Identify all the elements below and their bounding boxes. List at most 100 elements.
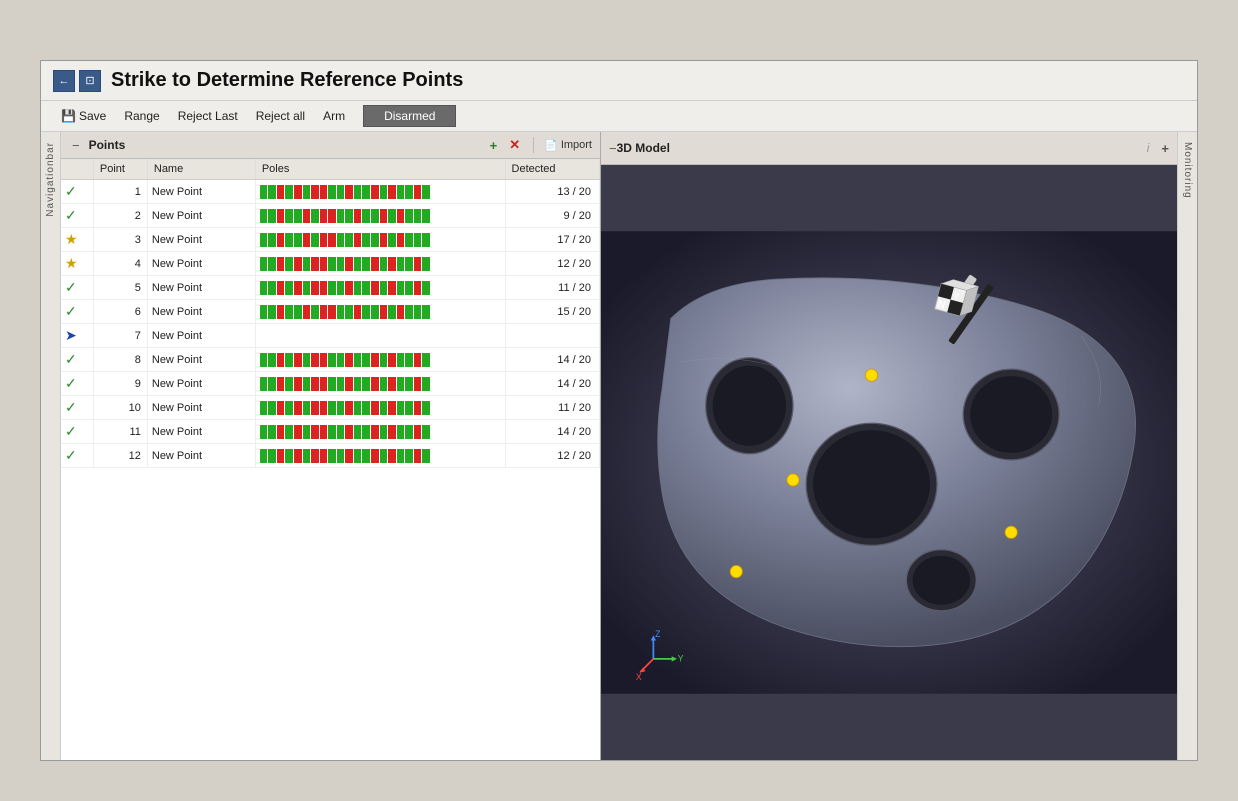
pole-segment [414, 353, 422, 367]
page-title: Strike to Determine Reference Points [111, 69, 463, 92]
pole-segment [260, 377, 268, 391]
info-icon[interactable]: i [1143, 137, 1154, 159]
export-button[interactable]: ⊡ [79, 70, 101, 92]
collapse-model-button[interactable]: − [609, 141, 617, 156]
status-cell: ✓ [61, 444, 93, 468]
toolbar: 💾 Save Range Reject Last Reject all Arm … [41, 101, 1197, 132]
pole-segment [345, 305, 353, 319]
pole-segment [320, 257, 328, 271]
table-row[interactable]: ✓ 5 New Point 11 / 20 [61, 276, 600, 300]
pole-segment [388, 209, 396, 223]
pole-segment [320, 305, 328, 319]
col-name: Name [147, 159, 255, 180]
pole-segment [328, 233, 336, 247]
title-bar: ← ⊡ Strike to Determine Reference Points [41, 61, 1197, 101]
save-button[interactable]: 💾 Save [53, 106, 114, 126]
status-button[interactable]: Disarmed [363, 105, 456, 127]
pole-segment [354, 305, 362, 319]
table-row[interactable]: ✓ 9 New Point 14 / 20 [61, 372, 600, 396]
title-bar-icons: ← ⊡ [53, 70, 101, 92]
pole-segment [405, 209, 413, 223]
pole-segment [285, 425, 293, 439]
back-button[interactable]: ← [53, 70, 75, 92]
point-name-cell: New Point [147, 228, 255, 252]
table-row[interactable]: ★ 3 New Point 17 / 20 [61, 228, 600, 252]
pole-segment [311, 257, 319, 271]
collapse-points-button[interactable]: − [69, 138, 83, 153]
pole-segment [260, 257, 268, 271]
pole-segment [362, 185, 370, 199]
pole-segment [277, 449, 285, 463]
col-poles: Poles [255, 159, 505, 180]
pole-segment [294, 305, 302, 319]
pole-segment [303, 401, 311, 415]
poles-bar [260, 209, 430, 223]
pole-segment [371, 233, 379, 247]
table-row[interactable]: ✓ 2 New Point 9 / 20 [61, 204, 600, 228]
status-icon: ✓ [65, 399, 77, 415]
table-row[interactable]: ✓ 10 New Point 11 / 20 [61, 396, 600, 420]
table-row[interactable]: ✓ 6 New Point 15 / 20 [61, 300, 600, 324]
point-number-cell: 8 [93, 348, 147, 372]
arm-button[interactable]: Arm [315, 106, 353, 126]
pole-segment [405, 425, 413, 439]
pole-segment [328, 377, 336, 391]
3d-model-svg: N Y [601, 165, 1177, 760]
poles-cell [255, 444, 505, 468]
pole-segment [328, 425, 336, 439]
pole-segment [277, 233, 285, 247]
pole-segment [388, 353, 396, 367]
pole-segment [320, 353, 328, 367]
pole-segment [388, 281, 396, 295]
range-button[interactable]: Range [116, 106, 167, 126]
export-icon: ⊡ [85, 74, 94, 87]
pole-segment [260, 401, 268, 415]
pole-segment [268, 449, 276, 463]
status-icon: ✓ [65, 375, 77, 391]
pole-segment [362, 209, 370, 223]
pole-segment [371, 353, 379, 367]
table-row[interactable]: ★ 4 New Point 12 / 20 [61, 252, 600, 276]
pole-segment [345, 425, 353, 439]
import-button[interactable]: 📄 Import [544, 139, 592, 152]
model-viewport[interactable]: N Y [601, 165, 1177, 760]
table-row[interactable]: ✓ 11 New Point 14 / 20 [61, 420, 600, 444]
status-cell: ✓ [61, 420, 93, 444]
pole-segment [311, 185, 319, 199]
pole-segment [294, 425, 302, 439]
pole-segment [380, 257, 388, 271]
point-number-cell: 1 [93, 180, 147, 204]
pole-segment [371, 257, 379, 271]
pole-segment [397, 281, 405, 295]
pole-segment [380, 449, 388, 463]
point-number-cell: 2 [93, 204, 147, 228]
pole-segment [294, 257, 302, 271]
reject-all-button[interactable]: Reject all [248, 106, 313, 126]
pole-segment [422, 209, 430, 223]
reject-last-button[interactable]: Reject Last [170, 106, 246, 126]
table-row[interactable]: ✓ 8 New Point 14 / 20 [61, 348, 600, 372]
remove-point-button[interactable]: ✕ [506, 137, 523, 153]
add-model-button[interactable]: + [1161, 141, 1169, 156]
pole-segment [422, 425, 430, 439]
divider [533, 137, 534, 153]
status-cell: ★ [61, 228, 93, 252]
pole-segment [320, 401, 328, 415]
pole-segment [303, 353, 311, 367]
point-number-cell: 4 [93, 252, 147, 276]
pole-segment [294, 377, 302, 391]
pole-segment [422, 257, 430, 271]
pole-segment [371, 209, 379, 223]
pole-segment [380, 377, 388, 391]
pole-segment [328, 257, 336, 271]
table-row[interactable]: ✓ 1 New Point 13 / 20 [61, 180, 600, 204]
monitoring-label: Monitoring [1182, 142, 1193, 199]
detected-cell: 9 / 20 [505, 204, 599, 228]
add-point-button[interactable]: + [487, 138, 501, 153]
pole-segment [414, 209, 422, 223]
table-row[interactable]: ✓ 12 New Point 12 / 20 [61, 444, 600, 468]
poles-bar [260, 353, 430, 367]
pole-segment [380, 305, 388, 319]
table-row[interactable]: ➤ 7 New Point [61, 324, 600, 348]
detected-cell: 17 / 20 [505, 228, 599, 252]
